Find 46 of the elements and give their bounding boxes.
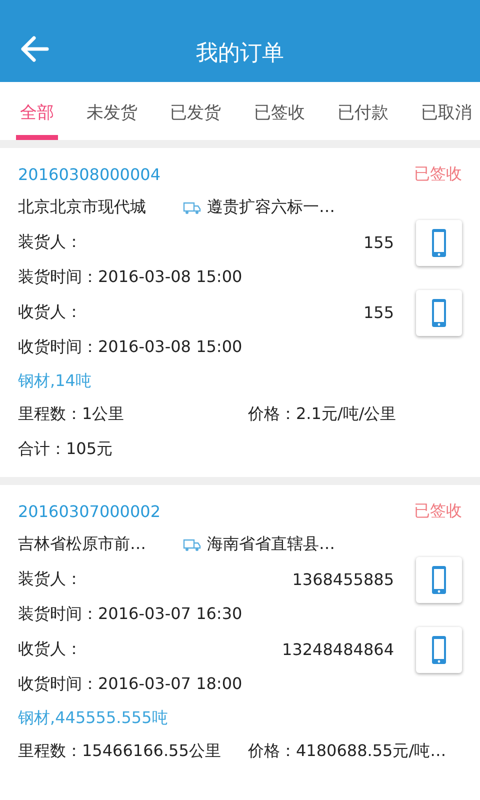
call-button[interactable]	[416, 220, 462, 266]
truck-icon	[183, 200, 201, 214]
phone-icon	[431, 298, 447, 328]
cargo-info: 钢材,14吨	[18, 370, 92, 392]
order-card[interactable]: 20160308000004 已签收 北京北京市现代城 遵贵扩容六标一… 装货人： 155 装货时间：2016-03-08 15:00 收货人： 155 收货时间：2016-03-08 15:00 钢材,14吨 里程数：1公里 价格：2.1元/吨/公里 合计：105元	[0, 148, 480, 477]
tab[interactable]: 已付款	[333, 82, 392, 140]
order-number: 20160307000002	[18, 502, 162, 520]
loader-label: 装货人：	[18, 569, 82, 590]
truck-icon	[183, 538, 201, 552]
receiving-time: 收货时间：2016-03-07 18:00	[18, 674, 242, 695]
destination-address: 遵贵扩容六标一…	[207, 197, 335, 218]
mileage: 里程数：1公里	[18, 404, 126, 425]
back-icon[interactable]	[20, 36, 50, 62]
loader-phone: 1368455885	[292, 570, 394, 589]
cargo-info: 钢材,445555.555吨	[18, 708, 168, 728]
order-card[interactable]: 20160307000002 已签收 吉林省松原市前… 海南省省直辖县… 装货人： 1368455885 装货时间：2016-03-07 16:30 收货人： 13248484864 收货时间：2016-03-07 18:00 钢材,445555.555吨 里程数：15466166.55公里 价格：4180688.55元/吨…	[0, 485, 480, 779]
loader-phone: 155	[363, 233, 394, 252]
call-button[interactable]	[416, 626, 462, 672]
loader-label: 装货人：	[18, 232, 82, 253]
receiving-time: 收货时间：2016-03-08 15:00	[18, 337, 242, 358]
page-title: 我的订单	[196, 40, 284, 68]
loading-time: 装货时间：2016-03-07 16:30	[18, 604, 242, 625]
mileage: 里程数：15466166.55公里	[18, 741, 222, 762]
tab[interactable]: 已取消	[416, 82, 476, 140]
destination-address: 海南省省直辖县…	[207, 534, 335, 555]
phone-icon	[431, 634, 447, 664]
receiver-phone: 13248484864	[282, 640, 394, 659]
tab[interactable]: 已发货	[166, 82, 226, 140]
loading-time: 装货时间：2016-03-08 15:00	[18, 267, 242, 288]
call-button[interactable]	[416, 556, 462, 602]
call-button[interactable]	[416, 290, 462, 336]
order-total: 合计：105元	[18, 439, 113, 460]
order-status: 已签收	[414, 164, 462, 184]
price: 价格：2.1元/吨/公里	[248, 404, 396, 425]
price: 价格：4180688.55元/吨…	[248, 741, 446, 762]
tab[interactable]: 未发货	[82, 82, 142, 140]
receiver-label: 收货人：	[18, 302, 82, 323]
order-status: 已签收	[414, 500, 462, 522]
phone-icon	[431, 564, 447, 594]
origin-address: 吉林省松原市前…	[18, 534, 147, 555]
order-number: 20160308000004	[18, 164, 162, 184]
receiver-label: 收货人：	[18, 639, 82, 660]
tab[interactable]: 已签收	[250, 82, 309, 140]
origin-address: 北京北京市现代城	[18, 197, 147, 218]
phone-icon	[431, 228, 447, 258]
receiver-phone: 155	[363, 303, 394, 322]
